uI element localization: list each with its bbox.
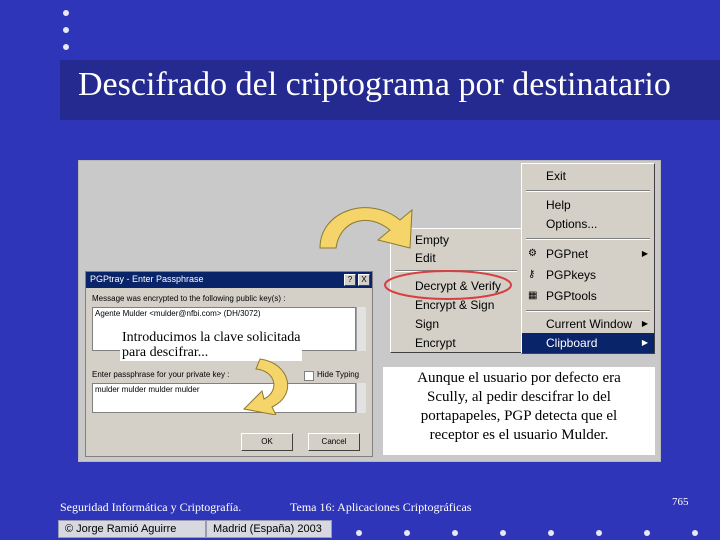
menu-item-pgpkeys[interactable]: ⚷ PGPkeys xyxy=(522,265,654,285)
note-line: Aunque el usuario por defecto era xyxy=(417,370,621,386)
footer-author: © Jorge Ramió Aguirre xyxy=(58,520,206,538)
decorative-dot xyxy=(452,530,458,536)
footer-topic: Tema 16: Aplicaciones Criptográficas xyxy=(290,500,472,514)
passphrase-value: mulder mulder mulder mulder xyxy=(95,385,200,394)
decorative-dot xyxy=(692,530,698,536)
cancel-button[interactable]: Cancel xyxy=(308,433,360,451)
footer-course: Seguridad Informática y Criptografía. xyxy=(60,500,242,514)
pgptray-menu: Exit Help Options... ⚙ PGPnet ▶ ⚷ PGPkey… xyxy=(521,163,655,354)
menu-item-current-window[interactable]: Current Window ▶ xyxy=(522,314,654,334)
menu-item-label: PGPkeys xyxy=(546,268,597,282)
decorative-dot xyxy=(356,530,362,536)
menu-item-label: Clipboard xyxy=(546,336,598,350)
menu-item-options[interactable]: Options... xyxy=(522,214,654,234)
slide: Descifrado del criptograma por destinata… xyxy=(0,0,720,540)
menu-item-help[interactable]: Help xyxy=(522,195,654,215)
decorative-dot xyxy=(500,530,506,536)
menu-item-sign[interactable]: Sign xyxy=(391,314,521,334)
highlight-ellipse xyxy=(384,270,512,300)
help-button[interactable]: ? xyxy=(344,274,356,286)
menu-item-encrypt[interactable]: Encrypt xyxy=(391,333,521,353)
menu-item-label: PGPtools xyxy=(546,289,597,303)
passphrase-label: Enter passphrase for your private key : xyxy=(92,370,230,379)
menu-item-exit[interactable]: Exit xyxy=(522,166,654,186)
menu-separator xyxy=(526,238,650,240)
submenu-arrow-icon: ▶ xyxy=(641,319,648,328)
message-label: Message was encrypted to the following p… xyxy=(92,294,286,303)
note-line: portapapeles, PGP detecta que el xyxy=(420,408,618,424)
hide-typing-label: Hide Typing xyxy=(317,370,360,379)
page-number: 765 xyxy=(672,496,689,508)
dialog-title: PGPtray - Enter Passphrase xyxy=(86,272,372,288)
slide-title: Descifrado del criptograma por destinata… xyxy=(78,66,671,103)
menu-separator xyxy=(526,310,650,312)
decorative-dot xyxy=(548,530,554,536)
menu-item-label: PGPnet xyxy=(546,247,589,261)
ok-button[interactable]: OK xyxy=(241,433,293,451)
submenu-arrow-icon: ▶ xyxy=(641,249,648,258)
recipient-key: Agente Mulder <mulder@nfbi.com> (DH/3072… xyxy=(95,309,261,318)
key-list-scrollbar[interactable] xyxy=(356,307,366,351)
menu-item-pgptools[interactable]: ▦ PGPtools xyxy=(522,286,654,306)
explanation-note: Aunque el usuario por defecto era Scully… xyxy=(383,367,655,455)
tools-icon: ▦ xyxy=(528,290,538,301)
curved-arrow-top xyxy=(319,207,413,249)
passphrase-scrollbar[interactable] xyxy=(356,383,366,413)
decorative-dot xyxy=(596,530,602,536)
note-line: receptor es el usuario Mulder. xyxy=(429,427,609,443)
menu-item-label: Current Window xyxy=(546,317,633,331)
decorative-dot xyxy=(63,44,69,50)
submenu-arrow-icon: ▶ xyxy=(641,338,648,347)
keys-icon: ⚷ xyxy=(528,269,536,280)
footer-place: Madrid (España) 2003 xyxy=(206,520,332,538)
menu-separator xyxy=(526,190,650,192)
close-button[interactable]: X xyxy=(358,274,370,286)
curved-arrow-bottom xyxy=(242,358,289,415)
decorative-dot xyxy=(404,530,410,536)
menu-item-pgpnet[interactable]: ⚙ PGPnet ▶ xyxy=(522,244,654,264)
note-line: Scully, al pedir descifrar lo del xyxy=(427,389,611,405)
decorative-dot xyxy=(644,530,650,536)
pgpnet-icon: ⚙ xyxy=(528,248,537,259)
instruction-line: Introducimos la clave solicitada xyxy=(122,330,301,345)
decorative-dot xyxy=(63,27,69,33)
decorative-dot xyxy=(63,10,69,16)
menu-item-clipboard[interactable]: Clipboard ▶ xyxy=(522,333,654,353)
